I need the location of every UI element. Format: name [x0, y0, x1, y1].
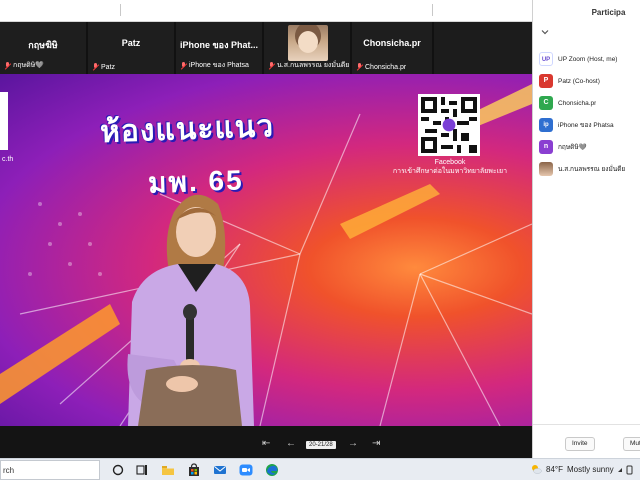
tile-caption: iPhone ของ Phatsa [180, 60, 249, 71]
zoom-app-icon[interactable] [238, 462, 254, 478]
mail-icon[interactable] [212, 462, 228, 478]
page-indicator: 20-21/28 [306, 441, 336, 449]
qr-code-pattern [421, 97, 477, 153]
participant-avatar-photo [539, 162, 553, 176]
last-page-icon[interactable]: ⇥ [372, 438, 380, 450]
participant-tile[interactable]: Patz Patz [88, 22, 176, 74]
cortana-icon[interactable] [110, 462, 126, 478]
store-icon[interactable] [186, 462, 202, 478]
slide-headline: ห้องแนะแนว [99, 109, 275, 150]
qr-caption-subtitle: การเข้าศึกษาต่อในมหาวิทยาลัยพะเยา [392, 168, 508, 175]
mute-all-button[interactable]: Mut [623, 437, 640, 451]
participant-avatar: P [539, 74, 553, 88]
participant-avatar: n [539, 140, 553, 154]
tile-caption-text: Chonsicha.pr [365, 63, 407, 71]
tile-caption-text: กฤษดิษิ🩶 [13, 62, 44, 69]
edge-browser-icon[interactable] [264, 462, 280, 478]
qr-code [418, 94, 480, 156]
top-strip [0, 0, 532, 22]
taskbar-search-box[interactable]: rch [0, 460, 100, 480]
search-text: rch [3, 466, 15, 475]
chevron-down-icon[interactable] [541, 28, 549, 36]
participant-name: iPhone ของ Phatsa [558, 122, 614, 129]
left-logo-card [0, 92, 8, 150]
participant-name: Chonsicha.pr [558, 99, 597, 107]
mic-muted-icon [4, 61, 11, 70]
participant-avatar: UP [539, 52, 553, 66]
tile-caption-text: Patz [101, 63, 116, 71]
mic-muted-icon [180, 61, 187, 70]
participant-tile[interactable]: กฤษฆิษิ กฤษดิษิ🩶 [0, 22, 88, 74]
participant-avatar: C [539, 96, 553, 110]
temperature-text: 84°F [546, 464, 563, 474]
participant-tile[interactable]: น.ส.กนลพรรณ ยงมั่นดีย [264, 22, 352, 74]
participant-name: UP Zoom (Host, me) [558, 55, 618, 63]
participant-row[interactable]: น.ส.กนลพรรณ ยงมั่นดีย [539, 158, 640, 180]
participant-row[interactable]: C Chonsicha.pr [539, 92, 640, 114]
mic-muted-icon [356, 63, 363, 71]
participant-name: น.ส.กนลพรรณ ยงมั่นดีย [558, 166, 626, 173]
task-view-icon[interactable] [134, 462, 150, 478]
qr-caption-title: Facebook [434, 159, 466, 166]
previous-page-icon[interactable]: ← [286, 438, 296, 450]
divider [432, 4, 433, 16]
partly-sunny-icon [532, 465, 542, 474]
tile-caption: น.ส.กนลพรรณ ยงมั่นดีย [268, 60, 349, 71]
participant-tile[interactable]: Chonsicha.pr Chonsicha.pr [352, 22, 434, 74]
mic-muted-icon [92, 63, 99, 71]
qr-caption: Facebook การเข้าศึกษาต่อในมหาวิทยาลัยพะเ… [390, 158, 510, 176]
participant-row[interactable]: P Patz (Co-host) [539, 70, 640, 92]
participant-avatar: ip [539, 118, 553, 132]
left-url-text: c.th [2, 156, 14, 163]
presenter-video [127, 194, 254, 426]
first-page-icon[interactable]: ⇤ [262, 438, 270, 450]
next-page-icon[interactable]: → [348, 438, 358, 450]
main-video: c.th ห้องแนะแนว มพ. 65 Facebook การเข้าศ… [0, 74, 532, 426]
weather-widget[interactable]: 84°F Mostly sunny [530, 463, 614, 475]
mic-muted-icon [268, 61, 275, 70]
tile-name-large: กฤษฆิษิ [28, 40, 58, 50]
tile-caption: Chonsicha.pr [356, 63, 406, 71]
divider [120, 4, 121, 16]
screen-share-controls: ⇤ ← 20-21/28 → ⇥ [0, 426, 532, 458]
tile-caption: Patz [92, 63, 115, 71]
participant-list: UP UP Zoom (Host, me) P Patz (Co-host) C… [539, 48, 640, 180]
participant-row[interactable]: ip iPhone ของ Phatsa [539, 114, 640, 136]
tile-name-large: Chonsicha.pr [363, 38, 421, 48]
gallery-strip: กฤษฆิษิ กฤษดิษิ🩶 Patz Patz iPhone ของ Ph… [0, 22, 532, 74]
zoom-meeting-screen: กฤษฆิษิ กฤษดิษิ🩶 Patz Patz iPhone ของ Ph… [0, 0, 640, 480]
weather-text: Mostly sunny [566, 464, 614, 474]
participant-name: กฤษดิษิ🩶 [558, 144, 587, 151]
participants-panel: Participa UP UP Zoom (Host, me) P Patz (… [532, 0, 640, 458]
file-explorer-icon[interactable] [160, 462, 176, 478]
tile-name-large: Patz [121, 38, 141, 48]
system-tray-icons[interactable] [616, 463, 636, 477]
tile-name-large: iPhone ของ Phat... [180, 40, 258, 50]
panel-footer: Invite Mut [533, 424, 640, 458]
participant-avatar-image [288, 25, 328, 61]
invite-button[interactable]: Invite [565, 437, 595, 451]
tile-caption: กฤษดิษิ🩶 [4, 60, 44, 71]
participant-row[interactable]: n กฤษดิษิ🩶 [539, 136, 640, 158]
participant-name: Patz (Co-host) [558, 77, 600, 85]
tile-caption-text: น.ส.กนลพรรณ ยงมั่นดีย [277, 62, 350, 69]
participant-row[interactable]: UP UP Zoom (Host, me) [539, 48, 640, 70]
tile-caption-text: iPhone ของ Phatsa [189, 62, 249, 69]
windows-taskbar: rch 84°F Mostly sunny [0, 458, 640, 480]
participant-tile[interactable]: iPhone ของ Phat... iPhone ของ Phatsa [176, 22, 264, 74]
panel-title: Participa [591, 8, 626, 17]
